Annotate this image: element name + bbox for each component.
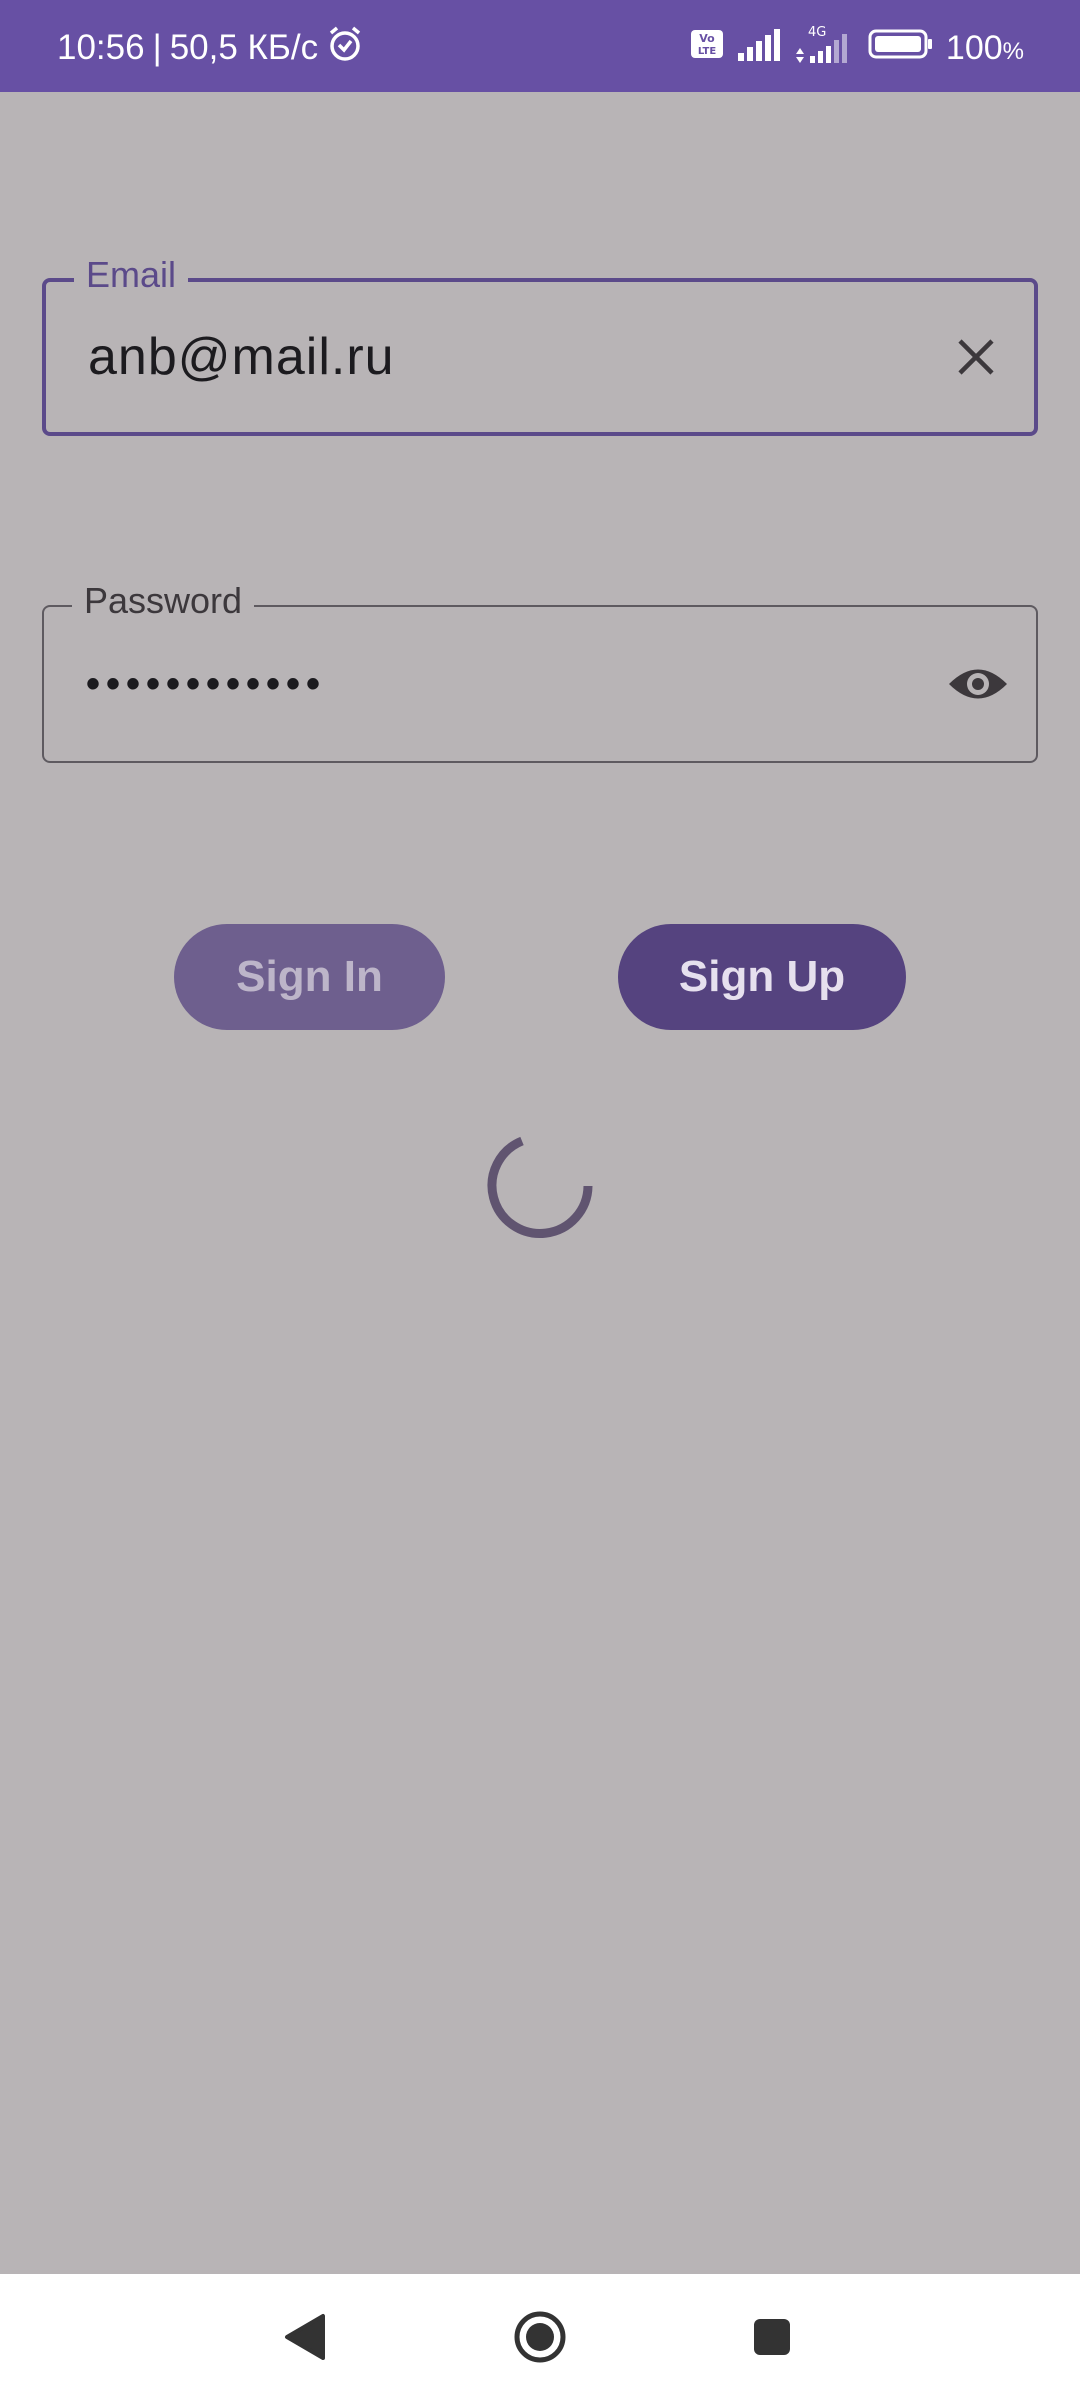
home-circle-icon[interactable] bbox=[490, 2274, 590, 2400]
svg-text:Vo: Vo bbox=[699, 32, 715, 45]
svg-text:LTE: LTE bbox=[698, 46, 717, 57]
status-separator: | bbox=[152, 28, 162, 67]
email-input[interactable]: anb@mail.ru bbox=[88, 282, 395, 432]
sign-up-button[interactable]: Sign Up bbox=[618, 924, 906, 1030]
network-type-label: 4G bbox=[808, 25, 826, 40]
status-time: 10:56 bbox=[57, 28, 145, 67]
password-input[interactable]: •••••••••••• bbox=[86, 607, 326, 761]
battery-percent: 100% bbox=[945, 28, 1024, 67]
signal-strength-icon-1 bbox=[736, 27, 782, 70]
eye-icon[interactable] bbox=[946, 652, 1010, 716]
status-bar-left: 10:56 | 50,5 КБ/с bbox=[57, 26, 364, 70]
volte-icon: Vo LTE bbox=[690, 29, 724, 68]
signal-strength-icon-2: 4G bbox=[794, 24, 856, 73]
recents-square-icon[interactable] bbox=[722, 2274, 822, 2400]
alarm-clock-icon bbox=[326, 25, 364, 72]
battery-icon bbox=[868, 28, 934, 69]
back-triangle-icon[interactable] bbox=[256, 2274, 356, 2400]
clear-icon[interactable] bbox=[944, 325, 1008, 389]
progress-spinner-icon bbox=[487, 1133, 593, 1239]
status-bar: 10:56 | 50,5 КБ/с Vo LTE 4G 100% bbox=[0, 0, 1080, 92]
email-field[interactable]: Email anb@mail.ru bbox=[42, 250, 1038, 436]
sign-in-button[interactable]: Sign In bbox=[174, 924, 445, 1030]
navigation-bar bbox=[0, 2274, 1080, 2400]
status-bar-right: Vo LTE 4G 100% bbox=[690, 24, 1024, 73]
status-network-speed: 50,5 КБ/с bbox=[169, 28, 319, 67]
password-field[interactable]: Password •••••••••••• bbox=[42, 576, 1038, 763]
